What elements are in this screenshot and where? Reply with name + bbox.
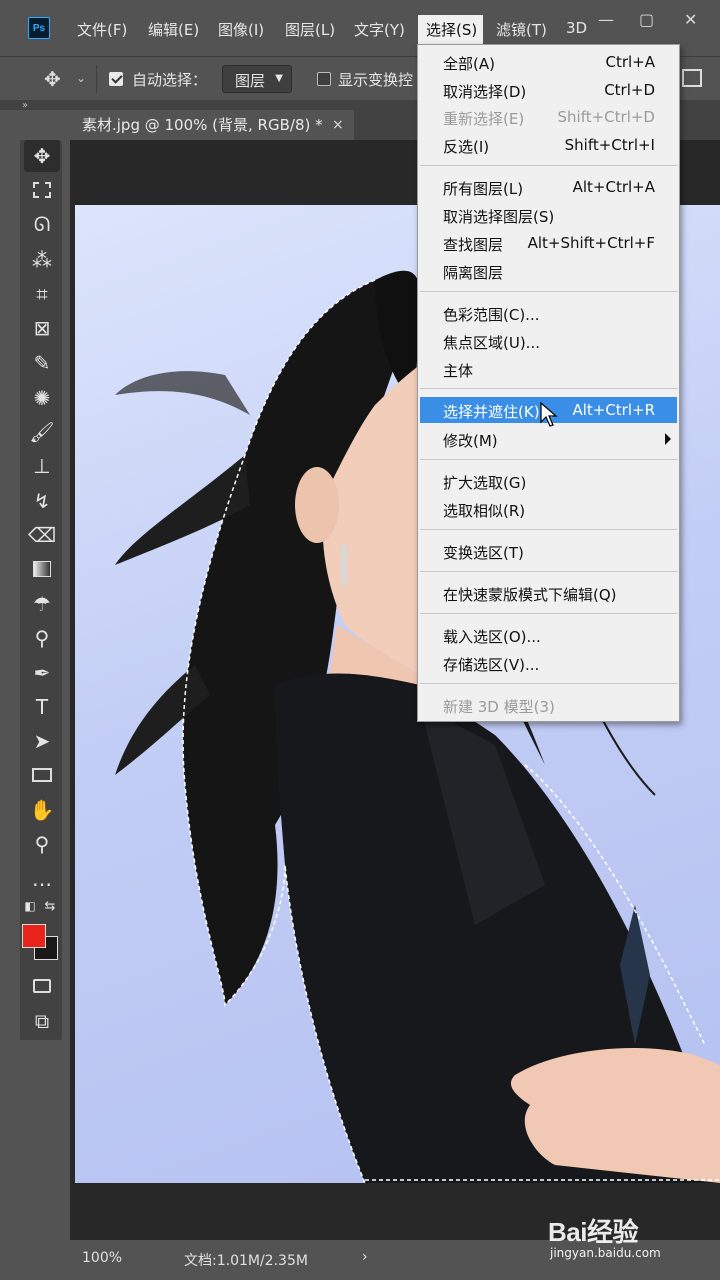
gradient-tool-icon[interactable] <box>24 553 60 585</box>
menu-item-quick-mask[interactable]: 在快速蒙版模式下编辑(Q) <box>418 580 679 606</box>
history-brush-tool-icon[interactable]: ↯ <box>24 485 60 517</box>
chevron-down-icon[interactable]: ⌄ <box>76 71 86 85</box>
status-menu-arrow-icon[interactable]: › <box>362 1249 368 1265</box>
menu-item-transform-selection[interactable]: 变换选区(T) <box>418 538 679 564</box>
menu-item-subject[interactable]: 主体 <box>418 356 679 382</box>
close-tab-icon[interactable]: × <box>332 110 344 140</box>
menu-item-reselect: 重新选择(E) Shift+Ctrl+D <box>443 108 655 128</box>
menu-3d[interactable]: 3D <box>566 19 587 37</box>
menu-separator <box>420 683 677 684</box>
menu-item-new-3d-model: 新建 3D 模型(3) <box>443 698 555 716</box>
clone-stamp-tool-icon[interactable]: ⊥ <box>24 450 60 482</box>
auto-select-target-dropdown[interactable]: 图层 ▼ <box>222 65 292 93</box>
show-transform-checkbox[interactable] <box>317 72 331 86</box>
menu-item-select-all[interactable]: 全部(A) Ctrl+A <box>418 49 679 75</box>
hand-tool-icon[interactable]: ✋ <box>24 794 60 826</box>
align-icon[interactable] <box>682 69 702 87</box>
foreground-color-swatch[interactable] <box>22 924 46 948</box>
menu-item-inverse[interactable]: 反选(I) Shift+Ctrl+I <box>418 132 679 158</box>
menu-item-isolate-layers[interactable]: 隔离图层 <box>418 258 679 284</box>
menu-separator <box>420 529 677 530</box>
menu-item-deselect-layers[interactable]: 取消选择图层(S) <box>418 202 679 228</box>
maximize-button[interactable]: ▢ <box>639 10 654 29</box>
zoom-tool-icon[interactable]: ⚲ <box>24 828 60 860</box>
dodge-tool-icon[interactable]: ⚲ <box>24 622 60 654</box>
more-tools-icon[interactable]: … <box>24 863 60 895</box>
document-size-info: 文档:1.01M/2.35M <box>184 1253 308 1269</box>
swap-colors-icon[interactable]: ⇆ <box>38 896 62 916</box>
show-transform-label: 显示变换控 <box>338 71 414 89</box>
watermark-logo: Bai经验 <box>548 1217 638 1247</box>
move-tool-icon[interactable]: ✥ <box>24 140 60 172</box>
auto-select-target-value: 图层 <box>235 72 266 90</box>
type-tool-icon[interactable]: T <box>24 691 60 723</box>
menu-separator <box>420 613 677 614</box>
document-tab-title: 素材.jpg @ 100% (背景, RGB/8) * <box>82 116 323 134</box>
watermark-url: jingyan.baidu.com <box>550 1246 661 1260</box>
photoshop-logo-icon: Ps <box>28 17 50 39</box>
eyedropper-tool-icon[interactable]: ✎ <box>24 347 60 379</box>
move-tool-preset-icon[interactable]: ✥ <box>44 67 61 91</box>
brush-tool-icon[interactable]: 🖌 <box>24 416 60 448</box>
menu-item-focus-area[interactable]: 焦点区域(U)... <box>418 328 679 354</box>
menu-separator <box>420 388 677 389</box>
menu-separator <box>420 571 677 572</box>
document-tab[interactable]: 素材.jpg @ 100% (背景, RGB/8) * × <box>70 110 354 140</box>
auto-select-label: 自动选择： <box>132 71 208 89</box>
menu-select[interactable]: 选择(S) <box>418 15 484 44</box>
menu-item-modify[interactable]: 修改(M) <box>418 426 679 452</box>
menu-layer[interactable]: 图层(L) <box>285 19 335 40</box>
menu-separator <box>420 459 677 460</box>
healing-brush-tool-icon[interactable]: ✺ <box>24 382 60 414</box>
frame-tool-icon[interactable]: ⊠ <box>24 312 60 344</box>
menu-item-color-range[interactable]: 色彩范围(C)... <box>418 300 679 326</box>
close-window-button[interactable]: ✕ <box>684 10 697 29</box>
divider <box>96 65 97 93</box>
magic-wand-tool-icon[interactable]: ⁂ <box>24 244 60 276</box>
select-menu-dropdown: 全部(A) Ctrl+A 取消选择(D) Ctrl+D 重新选择(E) Shif… <box>417 44 680 722</box>
menu-item-load-selection[interactable]: 载入选区(O)... <box>418 622 679 648</box>
rectangle-tool-icon[interactable] <box>24 759 60 791</box>
baidu-jingyan-watermark: Bai经验 jingyan.baidu.com <box>548 1212 661 1260</box>
quick-mask-icon[interactable] <box>24 970 60 1002</box>
menu-separator <box>420 165 677 166</box>
chevron-down-icon: ▼ <box>275 73 283 84</box>
eraser-tool-icon[interactable]: ⌫ <box>24 519 60 551</box>
collapse-icon[interactable]: ›› <box>22 100 28 111</box>
pen-tool-icon[interactable]: ✒ <box>24 657 60 689</box>
menu-item-save-selection[interactable]: 存储选区(V)... <box>418 650 679 676</box>
menu-item-all-layers[interactable]: 所有图层(L) Alt+Ctrl+A <box>418 174 679 200</box>
menu-bar: Ps 文件(F) 编辑(E) 图像(I) 图层(L) 文字(Y) 选择(S) 滤… <box>0 0 720 48</box>
menu-filter[interactable]: 滤镜(T) <box>496 19 547 40</box>
marquee-tool-icon[interactable] <box>24 174 60 206</box>
auto-select-checkbox[interactable] <box>109 72 123 86</box>
mouse-cursor-icon <box>540 402 558 427</box>
lasso-tool-icon[interactable]: ᘏ <box>24 208 60 240</box>
menu-item-similar[interactable]: 选取相似(R) <box>418 496 679 522</box>
menu-separator <box>420 291 677 292</box>
menu-edit[interactable]: 编辑(E) <box>148 19 199 40</box>
screen-mode-icon[interactable]: ⧉ <box>24 1005 60 1037</box>
menu-type[interactable]: 文字(Y) <box>354 19 405 40</box>
menu-item-deselect[interactable]: 取消选择(D) Ctrl+D <box>418 77 679 103</box>
submenu-arrow-icon <box>665 433 671 445</box>
menu-item-find-layers[interactable]: 查找图层 Alt+Shift+Ctrl+F <box>418 230 679 256</box>
zoom-level[interactable]: 100% <box>82 1250 122 1266</box>
crop-tool-icon[interactable]: ⌗ <box>24 278 60 310</box>
menu-file[interactable]: 文件(F) <box>77 19 127 40</box>
blur-tool-icon[interactable]: ☂ <box>24 588 60 620</box>
path-selection-tool-icon[interactable]: ➤ <box>24 725 60 757</box>
minimize-button[interactable]: — <box>598 10 614 29</box>
menu-item-grow[interactable]: 扩大选取(G) <box>418 468 679 494</box>
menu-image[interactable]: 图像(I) <box>218 19 264 40</box>
